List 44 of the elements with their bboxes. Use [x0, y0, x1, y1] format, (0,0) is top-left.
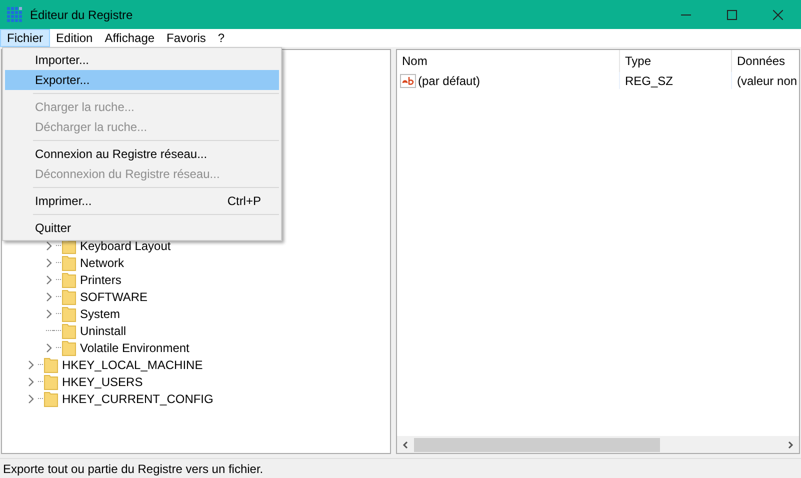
tree-item[interactable]: SOFTWARE: [80, 288, 148, 306]
table-cell-text: (valeur non: [736, 72, 798, 89]
tree-item[interactable]: HKEY_USERS: [62, 372, 143, 390]
folder-icon: [62, 288, 76, 304]
folder-icon: [44, 374, 58, 390]
status-text: Exporte tout ou partie du Registre vers un fichier.: [3, 460, 264, 478]
menu-item[interactable]: Connexion au Registre réseau...: [5, 144, 279, 164]
tree-item[interactable]: HKEY_LOCAL_MACHINE: [62, 356, 203, 374]
tree-item[interactable]: Network: [80, 254, 124, 272]
column-header[interactable]: Données: [732, 50, 799, 72]
folder-icon: [62, 306, 76, 322]
window-title: Éditeur du Registre: [30, 6, 133, 24]
menu-item[interactable]: Exporter...: [5, 70, 279, 90]
maximize-icon: [727, 10, 737, 20]
tree-item[interactable]: Volatile Environment: [80, 338, 190, 356]
menu-item[interactable]: Affichage: [98, 29, 161, 47]
table-cell-text: (par défaut): [418, 72, 480, 90]
horizontal-scrollbar[interactable]: [397, 436, 799, 453]
folder-icon: [62, 322, 76, 338]
folder-icon: [62, 254, 76, 270]
scrollbar-thumb[interactable]: [414, 438, 660, 452]
close-icon: [773, 10, 783, 20]
menu-item[interactable]: ?: [212, 29, 231, 47]
menu-item[interactable]: Edition: [50, 29, 99, 47]
table-cell: REG_SZ: [620, 72, 732, 89]
column-header[interactable]: Nom: [397, 50, 620, 72]
chevron-icon[interactable]: [46, 342, 53, 352]
tree-item[interactable]: Keyboard Layout: [80, 236, 171, 254]
menu-item[interactable]: Imprimer... Ctrl+P: [5, 191, 279, 211]
menu-item[interactable]: Quitter: [5, 218, 279, 238]
tree-item[interactable]: Uninstall: [80, 322, 126, 340]
tree-item[interactable]: Printers: [80, 270, 122, 288]
folder-icon: [44, 390, 58, 406]
tree-item[interactable]: System: [80, 304, 120, 322]
folder-icon: [62, 272, 76, 288]
column-header[interactable]: Type: [620, 50, 732, 72]
menu-item[interactable]: Fichier: [0, 29, 50, 47]
menu-item[interactable]: Favoris: [160, 29, 212, 47]
folder-icon: [62, 340, 76, 356]
registry-app-icon: [7, 6, 23, 22]
folder-icon: [44, 356, 58, 372]
string-value-icon: [400, 74, 416, 88]
menu-item[interactable]: Importer...: [5, 50, 279, 70]
tree-item[interactable]: HKEY_CURRENT_CONFIG: [62, 390, 214, 408]
